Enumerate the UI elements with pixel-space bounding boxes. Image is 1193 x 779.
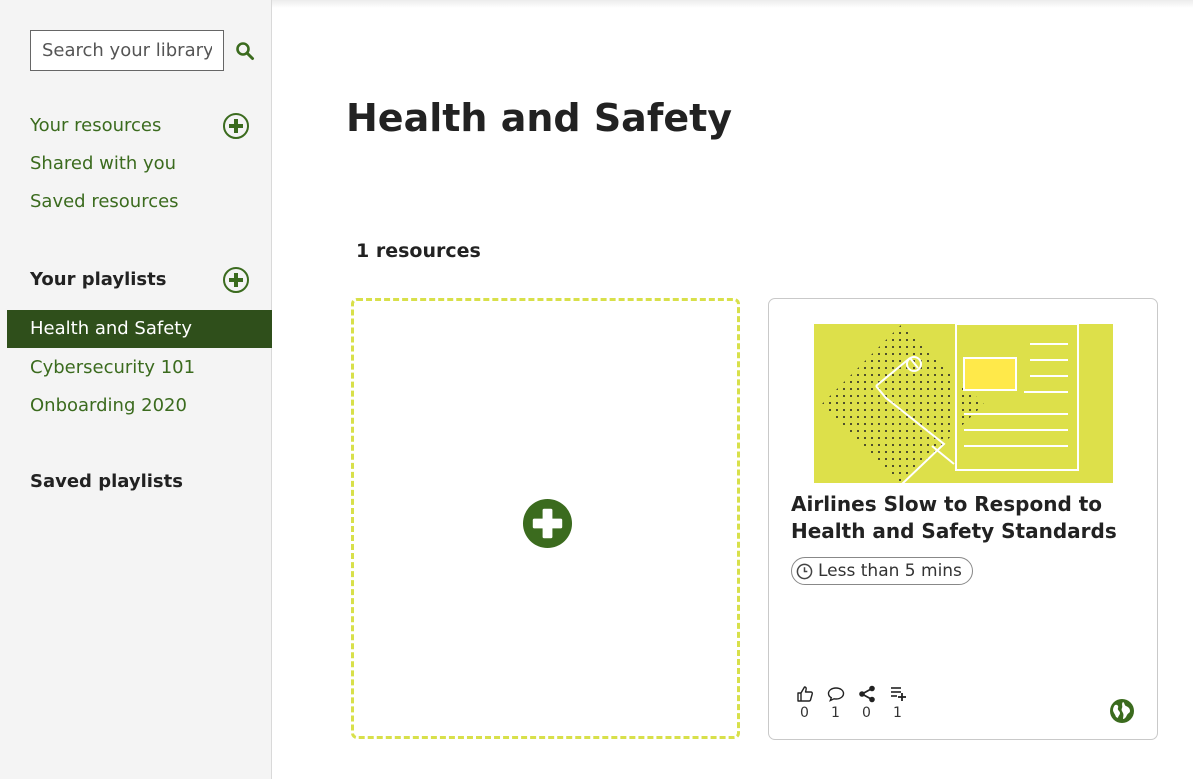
search-bar	[30, 30, 256, 71]
add-to-playlist-icon	[890, 687, 906, 701]
thumbs-up-icon	[796, 686, 813, 702]
add-to-playlist-button[interactable]: 1	[886, 684, 909, 721]
add-playlist-icon[interactable]	[222, 266, 250, 294]
search-input[interactable]	[30, 30, 224, 71]
sidebar-item-your-resources[interactable]: Your resources	[30, 115, 161, 136]
globe-icon	[1110, 699, 1134, 723]
like-count: 0	[800, 705, 809, 721]
sidebar-item-onboarding-2020[interactable]: Onboarding 2020	[30, 395, 187, 416]
sidebar: Your resources Shared with you Saved res…	[0, 0, 272, 779]
share-count: 0	[862, 705, 871, 721]
sidebar-item-saved-resources[interactable]: Saved resources	[30, 191, 179, 212]
clock-icon	[796, 563, 813, 579]
resource-thumbnail	[814, 324, 1113, 483]
add-circle-icon	[522, 498, 573, 549]
saved-playlists-heading: Saved playlists	[30, 471, 183, 492]
playlist-add-count: 1	[893, 705, 902, 721]
resource-count: 1 resources	[356, 240, 481, 262]
sidebar-item-health-and-safety[interactable]: Health and Safety	[7, 310, 272, 348]
add-resource-icon[interactable]	[222, 112, 250, 140]
like-button[interactable]: 0	[793, 684, 816, 721]
duration-text: Less than 5 mins	[818, 561, 962, 581]
sidebar-item-shared-with-you[interactable]: Shared with you	[30, 153, 176, 174]
resource-title[interactable]: Airlines Slow to Respond to Health and S…	[791, 491, 1141, 545]
comment-button[interactable]: 1	[824, 684, 847, 721]
duration-badge: Less than 5 mins	[791, 557, 973, 585]
resource-stats: 0 1 0 1	[793, 684, 909, 721]
comment-count: 1	[831, 705, 840, 721]
add-resource-card[interactable]	[351, 298, 740, 739]
your-playlists-heading: Your playlists	[30, 269, 167, 290]
search-button[interactable]	[234, 40, 256, 62]
search-icon	[236, 41, 254, 60]
page-title: Health and Safety	[346, 96, 733, 140]
sidebar-item-cybersecurity-101[interactable]: Cybersecurity 101	[30, 357, 195, 378]
share-icon	[858, 685, 875, 703]
resource-card[interactable]: Airlines Slow to Respond to Health and S…	[768, 298, 1158, 740]
share-button[interactable]: 0	[855, 684, 878, 721]
top-shadow	[272, 0, 1193, 8]
comment-icon	[827, 687, 844, 702]
